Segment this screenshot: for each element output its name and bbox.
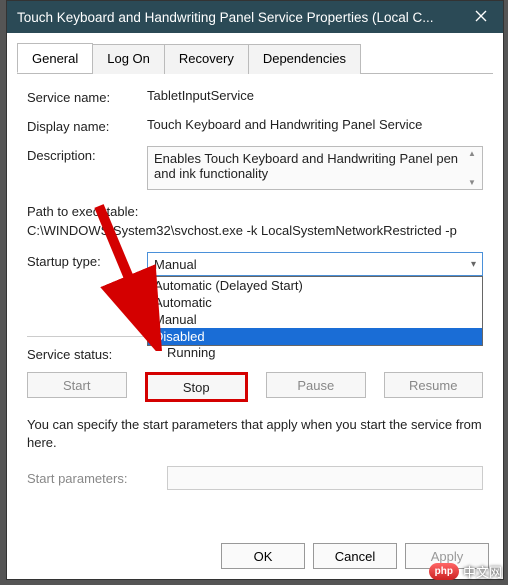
tab-dependencies[interactable]: Dependencies [248,44,361,74]
stop-button[interactable]: Stop [145,372,249,402]
window-title: Touch Keyboard and Handwriting Panel Ser… [17,10,459,25]
description-box: Enables Touch Keyboard and Handwriting P… [147,146,483,190]
scroll-up-icon: ▲ [468,149,480,158]
startup-type-dropdown: Automatic (Delayed Start) Automatic Manu… [147,276,483,346]
path-value: C:\WINDOWS\System32\svchost.exe -k Local… [27,223,483,238]
option-automatic[interactable]: Automatic [148,294,482,311]
option-disabled[interactable]: Disabled [148,328,482,345]
description-scrollbar[interactable]: ▲ ▼ [468,149,480,187]
service-name-label: Service name: [27,88,147,105]
option-manual[interactable]: Manual [148,311,482,328]
startup-type-value: Manual [154,257,197,272]
startup-type-select[interactable]: Manual ▾ [147,252,483,276]
service-status-label: Service status: [27,345,167,362]
watermark-badge: php [429,563,459,580]
service-name-value: TabletInputService [147,88,483,103]
option-automatic-delayed[interactable]: Automatic (Delayed Start) [148,277,482,294]
close-icon [475,10,487,25]
display-name-value: Touch Keyboard and Handwriting Panel Ser… [147,117,483,132]
scroll-down-icon: ▼ [468,178,480,187]
service-status-value: Running [167,345,483,360]
pause-button[interactable]: Pause [266,372,366,398]
watermark: php 中文网 [429,562,502,581]
display-name-label: Display name: [27,117,147,134]
properties-dialog: Touch Keyboard and Handwriting Panel Ser… [6,0,504,580]
tab-logon[interactable]: Log On [92,44,165,74]
tab-recovery[interactable]: Recovery [164,44,249,74]
start-parameters-label: Start parameters: [27,471,167,486]
start-parameters-input[interactable] [167,466,483,490]
chevron-down-icon: ▾ [471,259,476,270]
tab-general[interactable]: General [17,43,93,73]
path-label: Path to executable: [27,204,483,219]
cancel-button[interactable]: Cancel [313,543,397,569]
description-text: Enables Touch Keyboard and Handwriting P… [154,151,458,181]
description-label: Description: [27,146,147,163]
start-button[interactable]: Start [27,372,127,398]
general-panel: Service name: TabletInputService Display… [17,74,493,500]
start-parameters-note: You can specify the start parameters tha… [27,416,483,452]
watermark-text: 中文网 [463,562,502,581]
close-button[interactable] [459,1,503,33]
titlebar: Touch Keyboard and Handwriting Panel Ser… [7,1,503,33]
ok-button[interactable]: OK [221,543,305,569]
startup-type-label: Startup type: [27,252,147,269]
tab-strip: General Log On Recovery Dependencies [17,43,493,74]
resume-button[interactable]: Resume [384,372,484,398]
